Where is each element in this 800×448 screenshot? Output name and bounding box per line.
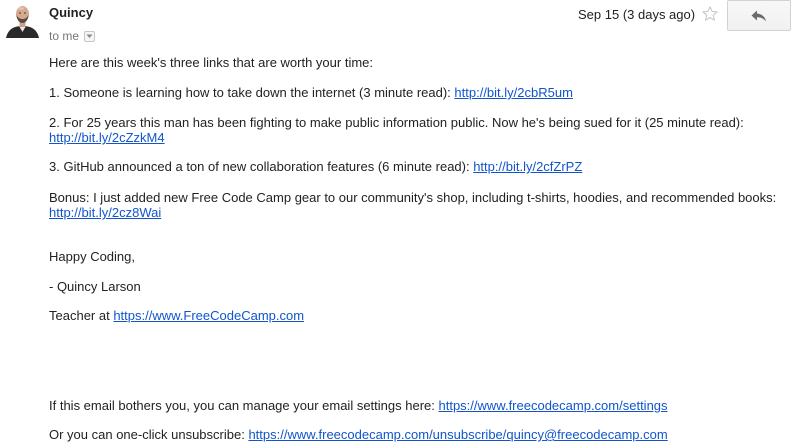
teacher-link[interactable]: https://www.FreeCodeCamp.com (113, 308, 304, 323)
link-item-2-url[interactable]: http://bit.ly/2cZzkM4 (49, 130, 165, 145)
unsubscribe-line: Or you can one-click unsubscribe: https:… (49, 427, 668, 443)
settings-text: If this email bothers you, you can manag… (49, 398, 439, 413)
star-button[interactable] (701, 5, 719, 23)
bonus-text: Bonus: I just added new Free Code Camp g… (49, 190, 777, 205)
link-item-2: http://bit.ly/2cZzkM4 (49, 130, 165, 146)
sender-avatar[interactable] (4, 1, 41, 38)
bonus-link[interactable]: http://bit.ly/2cz8Wai (49, 205, 161, 220)
bonus-link-row: http://bit.ly/2cz8Wai (49, 205, 161, 221)
unsubscribe-text: Or you can one-click unsubscribe: (49, 427, 249, 442)
teacher-text: Teacher at (49, 308, 114, 323)
teacher-line: Teacher at https://www.FreeCodeCamp.com (49, 308, 304, 324)
link-item-3-url[interactable]: http://bit.ly/2cfZrPZ (473, 159, 582, 174)
link-item-2-text: 2. For 25 years this man has been fighti… (49, 115, 744, 130)
link-item-3: 3. GitHub announced a ton of new collabo… (49, 159, 582, 175)
settings-link[interactable]: https://www.freecodecamp.com/settings (438, 398, 667, 413)
intro-text: Here are this week's three links that ar… (49, 55, 374, 70)
link-item-3-text: 3. GitHub announced a ton of new collabo… (49, 159, 474, 174)
unsubscribe-link[interactable]: https://www.freecodecamp.com/unsubscribe… (248, 427, 667, 442)
link-item-1: 1. Someone is learning how to take down … (49, 85, 573, 101)
sender-name[interactable]: Quincy (49, 5, 93, 21)
chevron-down-icon (86, 34, 93, 38)
settings-line: If this email bothers you, you can manag… (49, 398, 668, 414)
reply-button[interactable] (727, 0, 791, 31)
signature: - Quincy Larson (49, 279, 141, 294)
star-outline-icon (702, 6, 718, 21)
link-item-1-text: 1. Someone is learning how to take down … (49, 85, 455, 100)
profile-photo-icon (4, 1, 41, 38)
recipient-row: to me (49, 28, 96, 44)
email-message: Quincy to me Sep 15 (3 days ago) Here ar… (0, 0, 800, 448)
recipient-label: to me (49, 29, 80, 43)
link-item-1-url[interactable]: http://bit.ly/2cbR5um (454, 85, 573, 100)
show-details-button[interactable] (84, 30, 96, 42)
reply-arrow-icon (751, 10, 766, 21)
greeting: Happy Coding, (49, 249, 135, 264)
message-date: Sep 15 (3 days ago) (578, 7, 696, 22)
